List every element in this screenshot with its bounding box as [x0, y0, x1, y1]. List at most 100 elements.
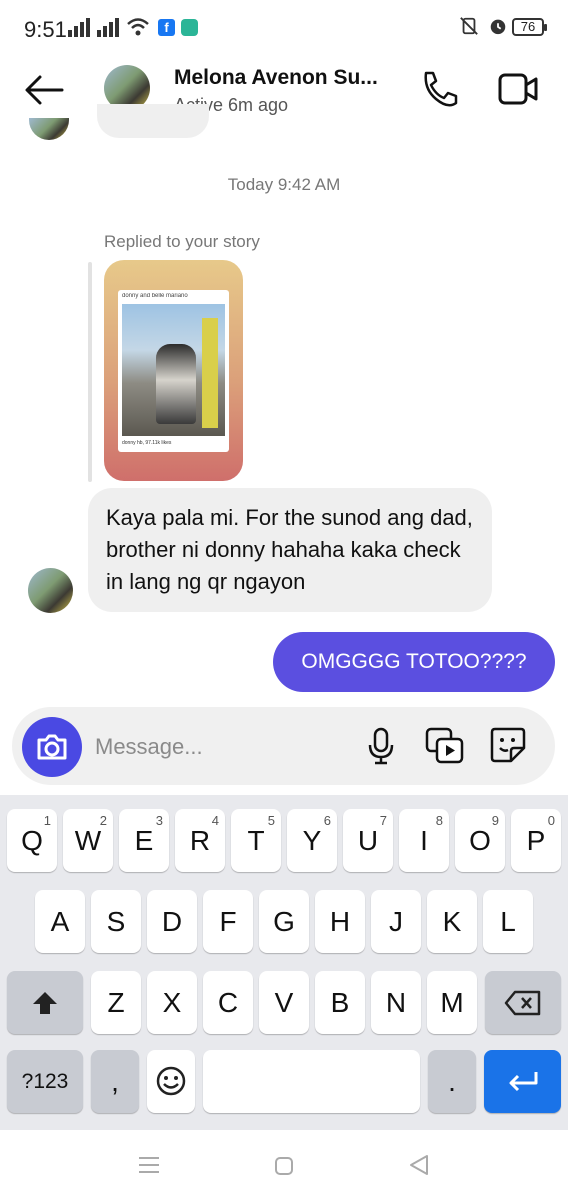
key-f[interactable]: F: [203, 890, 253, 953]
alarm-icon: [490, 19, 506, 35]
reply-label: Replied to your story: [104, 232, 260, 251]
wifi-icon: [127, 18, 149, 36]
key-p[interactable]: P0: [511, 809, 561, 872]
key-u-label: U: [357, 825, 379, 856]
signal-icon-2: [97, 18, 119, 37]
chat-header: [0, 52, 568, 128]
key-y-label: Y: [302, 825, 322, 856]
key-t[interactable]: T5: [231, 809, 281, 872]
status-time: 9:51: [24, 17, 67, 42]
key-u-number: 7: [379, 813, 387, 828]
story-photo-people: [156, 344, 196, 424]
key-t-label: T: [247, 825, 265, 856]
key-b[interactable]: B: [315, 971, 365, 1034]
comma-key[interactable]: ,: [91, 1050, 139, 1113]
system-navigation-bar: [0, 1130, 568, 1200]
story-photo: [122, 304, 225, 436]
key-w[interactable]: W2: [63, 809, 113, 872]
key-y-number: 6: [323, 813, 331, 828]
key-k[interactable]: K: [427, 890, 477, 953]
story-card: donny and belle mariano donny hb, 97.11k…: [118, 290, 229, 452]
shift-icon: [33, 992, 57, 1014]
keyboard: Q1 W2 E3 R4 T5 Y6 U7 I8 O9 P0 A S D F G …: [0, 795, 568, 1130]
previous-message-bubble: [97, 104, 209, 138]
key-e[interactable]: E3: [119, 809, 169, 872]
story-caption: donny and belle mariano: [122, 293, 188, 299]
emoji-icon: [156, 1066, 186, 1096]
back-arrow-icon[interactable]: [24, 74, 64, 106]
camera-icon: [37, 734, 67, 760]
key-q-label: Q: [21, 825, 43, 856]
symbols-key[interactable]: ?123: [7, 1050, 83, 1113]
emoji-key[interactable]: [147, 1050, 195, 1113]
sticker-icon[interactable]: [489, 726, 527, 764]
key-p-label: P: [526, 825, 546, 856]
key-q-number: 1: [43, 813, 51, 828]
outgoing-message-bubble[interactable]: OMGGGG TOTOO????: [273, 632, 555, 692]
battery-level: 76: [520, 19, 536, 34]
key-w-number: 2: [99, 813, 107, 828]
previous-avatar: [29, 118, 69, 140]
back-icon[interactable]: [408, 1154, 430, 1176]
key-z[interactable]: Z: [91, 971, 141, 1034]
backspace-icon: [504, 990, 541, 1016]
reply-quote-bar: [88, 262, 92, 482]
key-y[interactable]: Y6: [287, 809, 337, 872]
key-o-number: 9: [491, 813, 499, 828]
key-i-number: 8: [435, 813, 443, 828]
key-e-number: 3: [155, 813, 163, 828]
status-bar: 9:51 f 76: [0, 0, 568, 52]
story-footer: donny hb, 97.11k likes: [122, 440, 172, 446]
key-r-number: 4: [211, 813, 219, 828]
key-m[interactable]: M: [427, 971, 477, 1034]
key-x[interactable]: X: [147, 971, 197, 1034]
story-thumbnail[interactable]: donny and belle mariano donny hb, 97.11k…: [104, 260, 243, 481]
recents-menu-icon[interactable]: [138, 1156, 160, 1174]
camera-button[interactable]: [22, 717, 82, 777]
video-call-icon[interactable]: [498, 72, 538, 106]
key-j[interactable]: J: [371, 890, 421, 953]
key-i[interactable]: I8: [399, 809, 449, 872]
key-g[interactable]: G: [259, 890, 309, 953]
contact-name[interactable]: Melona Avenon Su...: [174, 66, 378, 90]
key-o[interactable]: O9: [455, 809, 505, 872]
enter-key[interactable]: [484, 1050, 561, 1113]
gallery-icon[interactable]: [425, 727, 465, 765]
backspace-key[interactable]: [485, 971, 561, 1034]
sender-avatar[interactable]: [28, 568, 73, 613]
app-notification-icon: [181, 19, 198, 36]
key-a[interactable]: A: [35, 890, 85, 953]
key-i-label: I: [420, 825, 428, 856]
battery-icon: 76: [512, 18, 547, 36]
key-s[interactable]: S: [91, 890, 141, 953]
microphone-icon[interactable]: [366, 727, 396, 765]
message-composer: [12, 707, 555, 785]
story-photo-pillar: [202, 318, 218, 428]
shift-key[interactable]: [7, 971, 83, 1034]
signal-icon: [68, 18, 90, 37]
mute-icon: [460, 17, 478, 35]
key-q[interactable]: Q1: [7, 809, 57, 872]
key-v[interactable]: V: [259, 971, 309, 1034]
key-r-label: R: [189, 825, 211, 856]
incoming-message-bubble[interactable]: Kaya pala mi. For the sunod ang dad, bro…: [88, 488, 492, 612]
key-r[interactable]: R4: [175, 809, 225, 872]
key-u[interactable]: U7: [343, 809, 393, 872]
message-timestamp: Today 9:42 AM: [227, 175, 341, 194]
period-key[interactable]: .: [428, 1050, 476, 1113]
key-l[interactable]: L: [483, 890, 533, 953]
space-key[interactable]: [203, 1050, 420, 1113]
key-e-label: E: [134, 825, 154, 856]
phone-icon[interactable]: [418, 69, 458, 109]
key-h[interactable]: H: [315, 890, 365, 953]
key-w-label: W: [74, 825, 102, 856]
key-o-label: O: [469, 825, 491, 856]
key-n[interactable]: N: [371, 971, 421, 1034]
home-icon[interactable]: [274, 1156, 294, 1176]
key-c[interactable]: C: [203, 971, 253, 1034]
enter-icon: [509, 1072, 537, 1092]
key-t-number: 5: [267, 813, 275, 828]
facebook-notification-icon: f: [158, 19, 175, 36]
key-d[interactable]: D: [147, 890, 197, 953]
message-input[interactable]: Message...: [95, 734, 203, 760]
